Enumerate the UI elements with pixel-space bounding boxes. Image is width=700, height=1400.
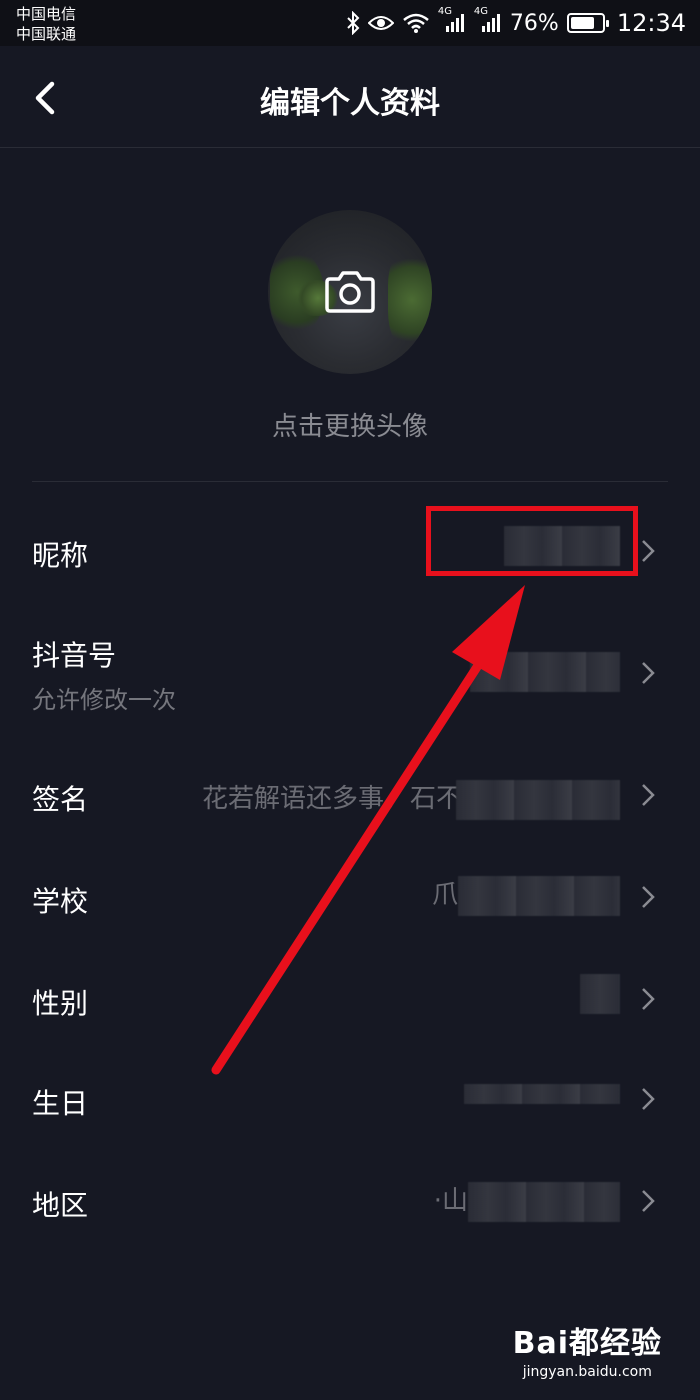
birthday-value [464,1078,620,1108]
watermark: Bai都经验 jingyan.baidu.com [513,1318,662,1380]
row-label: 性别 [32,987,89,1020]
douyin-id-value [470,652,620,692]
row-school[interactable]: 学校 爪 [0,846,700,946]
row-label: 昵称 [32,539,89,572]
chevron-right-icon [642,988,655,1010]
signal-icon: 4G [438,6,466,34]
signal-2-label: 4G [473,6,489,17]
row-region[interactable]: 地区 ·山 [0,1150,700,1250]
page-title: 编辑个人资料 [260,86,440,121]
carrier-2: 中国联通 [16,25,77,43]
chevron-right-icon [642,662,655,684]
school-value: 爪 [432,874,620,916]
gender-value [580,974,620,1014]
carrier-info: 中国电信 中国联通 [16,4,76,44]
carrier-1: 中国电信 [16,5,77,23]
signal-icon: 4G [474,6,502,34]
row-label: 地区 [32,1189,89,1222]
redacted-block [456,779,620,820]
status-bar: 中国电信 中国联通 4G 4G 76% 12:34 [0,0,700,46]
watermark-url: jingyan.baidu.com [522,1364,652,1380]
chevron-right-icon [642,886,655,908]
watermark-brand: Bai都经验 [512,1326,662,1361]
chevron-right-icon [642,540,655,562]
redacted-block [464,1083,620,1104]
eye-icon [367,14,394,32]
wifi-icon [402,12,430,34]
row-gender[interactable]: 性别 [0,948,700,1048]
chevron-right-icon [642,1088,655,1110]
chevron-right-icon [642,784,655,806]
battery-percent: 76% [509,10,559,36]
redacted-block [470,652,620,692]
signal-1-label: 4G [437,6,453,17]
row-label: 学校 [32,885,89,918]
redacted-block [468,1181,620,1222]
row-sublabel: 允许修改一次 [32,686,176,714]
row-label: 签名 [32,783,89,816]
camera-icon [325,271,375,313]
status-icons: 4G 4G 76% 12:34 [346,6,686,38]
chevron-right-icon [642,1190,655,1212]
avatar[interactable] [268,210,432,374]
bluetooth-icon [346,11,360,35]
region-value: ·山 [434,1180,620,1222]
row-birthday[interactable]: 生日 [0,1048,700,1148]
battery-fill [570,17,594,29]
row-douyin-id[interactable]: 抖音号 允许修改一次 [0,622,700,722]
avatar-hint[interactable]: 点击更换头像 [0,406,700,443]
row-signature[interactable]: 签名 花若解语还多事，石不 [0,744,700,844]
section-divider [32,481,668,482]
highlight-box [426,506,638,576]
row-label: 生日 [32,1087,89,1120]
signature-value: 花若解语还多事，石不 [202,778,620,820]
clock: 12:34 [616,9,686,37]
redacted-block [580,974,620,1014]
battery-icon [566,13,609,33]
header: 编辑个人资料 [0,46,700,148]
row-label: 抖音号 [32,639,117,672]
avatar-foliage [388,250,432,350]
redacted-block [458,875,620,916]
